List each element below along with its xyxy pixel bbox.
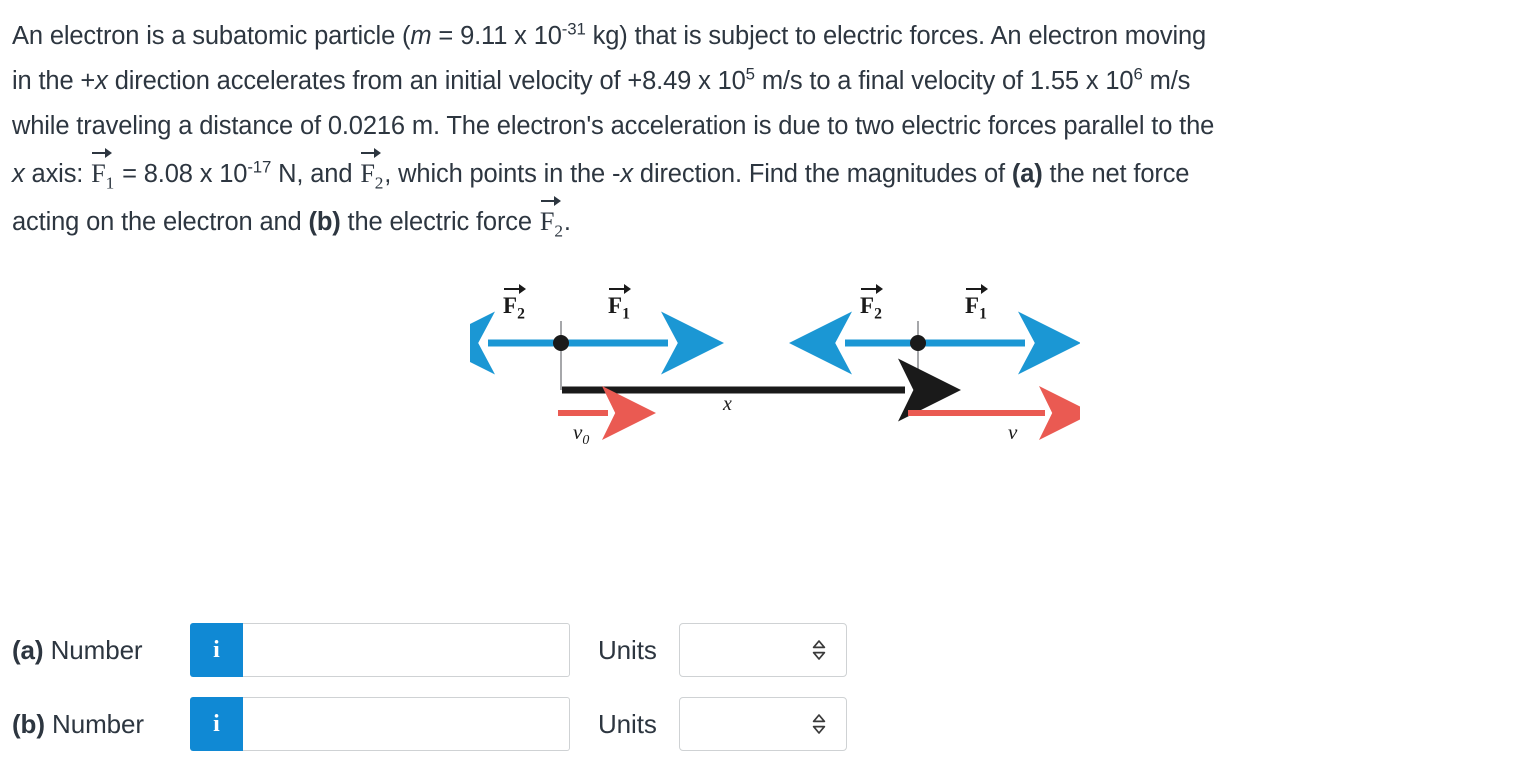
units-select-b[interactable] xyxy=(678,697,847,751)
updown-chevron-icon xyxy=(812,640,825,660)
mass-symbol: m xyxy=(410,22,432,50)
x-axis-symbol-1: x xyxy=(95,67,108,95)
vector-arrow-icon xyxy=(361,147,382,158)
problem-line-4-part-d: N, and xyxy=(271,160,360,188)
electron-dot-right xyxy=(910,335,926,351)
problem-line-2-part-d: m/s xyxy=(1142,67,1191,95)
problem-page: An electron is a subatomic particle (m =… xyxy=(0,0,1527,782)
answer-number-input-a[interactable] xyxy=(243,623,570,677)
figure-label-f2-right: F2 xyxy=(860,284,883,322)
initial-velocity-exponent: 5 xyxy=(745,64,755,84)
force-f1-glyph: F xyxy=(91,159,106,188)
force-vector-f2-inline: F2 xyxy=(360,147,384,196)
units-label-b: Units xyxy=(598,708,657,739)
force-f2-glyph: F xyxy=(360,159,375,188)
problem-line-3: while traveling a distance of 0.0216 m. … xyxy=(12,112,1215,140)
force-vector-f2-inline-2: F2 xyxy=(539,195,563,244)
units-select-a[interactable] xyxy=(678,623,847,677)
info-icon[interactable]: i xyxy=(190,623,243,677)
problem-line-1-part-b: = 9.11 x 10 xyxy=(431,22,562,50)
f1-right-subscript: 1 xyxy=(979,305,987,323)
answer-number-input-b[interactable] xyxy=(243,697,570,751)
problem-line-5-part-c: the electric force xyxy=(340,208,539,236)
final-velocity-exponent: 6 xyxy=(1133,64,1143,84)
problem-line-2: in the +x direction accelerates from an … xyxy=(12,59,1512,104)
problem-line-5: acting on the electron and (b) the elect… xyxy=(12,195,1512,245)
figure-label-f1-right: F1 xyxy=(965,284,988,322)
x-axis-symbol-2: x xyxy=(12,160,25,188)
answer-b-tag: (b) xyxy=(12,708,45,739)
problem-line-1-part-c: kg) that is subject to electric forces. … xyxy=(585,22,1207,50)
x-axis-symbol-3: x xyxy=(620,160,633,188)
problem-line-1: An electron is a subatomic particle (m =… xyxy=(12,14,1512,59)
vector-arrow-icon xyxy=(504,284,526,294)
vector-arrow-icon xyxy=(966,284,988,294)
answer-field-group-b: i xyxy=(190,697,570,751)
problem-line-2-part-a: in the + xyxy=(12,67,96,95)
figure-label-velocity-initial: v0 xyxy=(573,420,590,448)
f2-right-subscript: 2 xyxy=(874,305,882,323)
v0-glyph: v xyxy=(573,420,583,444)
answer-row-b: (b) Number i Units xyxy=(12,694,847,754)
problem-statement: An electron is a subatomic particle (m =… xyxy=(12,14,1512,245)
vector-arrow-icon xyxy=(609,284,631,294)
force-f2-subscript-2: 2 xyxy=(554,221,563,241)
units-label-a: Units xyxy=(598,634,657,665)
f2-left-glyph: F xyxy=(503,293,518,318)
problem-line-1-part-a: An electron is a subatomic particle ( xyxy=(12,22,411,50)
f2-right-glyph: F xyxy=(860,293,875,318)
figure-label-f1-left: F1 xyxy=(608,284,631,322)
answer-b-number-text: Number xyxy=(44,708,144,739)
part-a-tag: (a) xyxy=(1011,160,1043,188)
problem-line-2-part-b: direction accelerates from an initial ve… xyxy=(107,67,746,95)
f1-left-glyph: F xyxy=(608,293,623,318)
answer-row-a: (a) Number i Units xyxy=(12,620,847,680)
force-f2-subscript: 2 xyxy=(374,173,384,193)
force-f1-subscript: 1 xyxy=(105,173,115,193)
vector-arrow-icon xyxy=(540,195,561,206)
updown-chevron-icon xyxy=(812,714,825,734)
vector-arrow-icon xyxy=(92,147,113,158)
answer-field-group-a: i xyxy=(190,623,570,677)
mass-exponent: -31 xyxy=(561,19,586,39)
figure-label-f2-left: F2 xyxy=(503,284,526,322)
force-f2-glyph-2: F xyxy=(539,207,555,236)
figure-label-displacement-x: x xyxy=(723,393,732,415)
vector-arrow-icon xyxy=(861,284,883,294)
problem-line-4-part-c: = 8.08 x 10 xyxy=(115,160,248,188)
info-icon[interactable]: i xyxy=(190,697,243,751)
answer-section: (a) Number i Units (b) Number i Units xyxy=(12,620,847,754)
problem-line-5-part-d: . xyxy=(563,208,571,236)
physics-diagram: F2 F1 F2 F1 x v0 v xyxy=(470,284,1080,465)
f1-right-glyph: F xyxy=(965,293,980,318)
force-vector-f1-inline: F1 xyxy=(91,147,115,196)
figure-label-velocity-final: v xyxy=(1008,420,1018,444)
problem-line-4-part-b: axis: xyxy=(24,160,91,188)
electron-dot-left xyxy=(553,335,569,351)
answer-label-b: (b) Number xyxy=(12,709,190,740)
diagram-svg xyxy=(470,311,1080,440)
f1-left-subscript: 1 xyxy=(622,305,630,323)
force-f1-exponent: -17 xyxy=(247,157,272,177)
problem-line-2-part-c: m/s to a final velocity of 1.55 x 10 xyxy=(754,67,1134,95)
problem-line-5-part-a: acting on the electron and xyxy=(12,208,309,236)
answer-a-number-text: Number xyxy=(43,634,143,665)
answer-a-tag: (a) xyxy=(12,634,44,665)
answer-label-a: (a) Number xyxy=(12,635,190,666)
problem-line-4: x axis: F1 = 8.08 x 10-17 N, and F2, whi… xyxy=(12,147,1512,197)
problem-line-4-part-g: the net force xyxy=(1042,160,1190,188)
problem-line-4-part-f: direction. Find the magnitudes of xyxy=(632,160,1012,188)
f2-left-subscript: 2 xyxy=(517,305,525,323)
problem-line-4-part-e: , which points in the - xyxy=(384,160,621,188)
part-b-tag: (b) xyxy=(308,208,341,236)
v0-subscript: 0 xyxy=(582,432,590,448)
